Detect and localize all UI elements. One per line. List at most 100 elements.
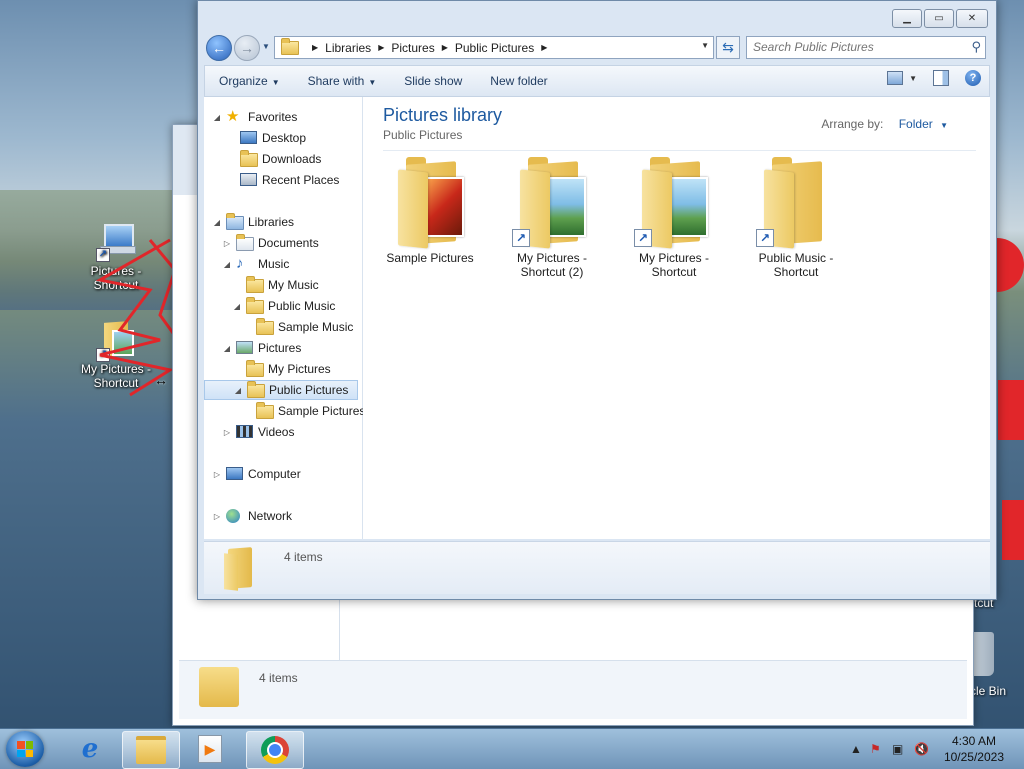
nav-item-public-pictures[interactable]: ◢ Public Pictures (204, 380, 358, 400)
forward-button[interactable]: → (234, 35, 260, 61)
nav-item-documents[interactable]: ▷ Documents (222, 233, 319, 253)
status-bar: 4 items (179, 660, 967, 719)
share-with-button[interactable]: Share with ▼ (294, 74, 391, 88)
film-icon (236, 425, 253, 439)
folder-icon (246, 276, 264, 293)
chevron-down-icon: ▼ (368, 78, 377, 87)
network-status-icon[interactable]: ▣ (892, 742, 903, 756)
pane-divider (339, 595, 340, 665)
nav-item-recent-places[interactable]: Recent Places (226, 170, 339, 190)
start-button[interactable] (6, 731, 44, 767)
maximize-button[interactable]: ▭ (924, 9, 954, 28)
taskbar-chrome[interactable] (246, 731, 304, 769)
nav-item-computer[interactable]: ▷ Computer (212, 464, 301, 484)
nav-item-public-music[interactable]: ◢ Public Music (232, 296, 335, 316)
details-pane: 4 items (204, 541, 990, 594)
nav-item-favorites[interactable]: ◢ ★ Favorites (212, 107, 297, 127)
expand-toggle-icon[interactable]: ▷ (222, 239, 232, 248)
organize-button[interactable]: Organize ▼ (205, 74, 294, 88)
expand-toggle-icon[interactable]: ▷ (212, 470, 222, 479)
taskbar-media-player[interactable]: ▶ (182, 731, 238, 767)
music-note-icon: ♪ (236, 255, 244, 272)
taskbar-internet-explorer[interactable]: e (62, 731, 118, 767)
taskbar: e ▶ ▲ ⚑ ▣ 🔇 4:30 AM 10/25/2023 (0, 728, 1024, 769)
expand-toggle-icon[interactable]: ▷ (212, 512, 222, 521)
desktop-partial-label: cle Bin (970, 684, 1007, 698)
expand-toggle-icon[interactable]: ◢ (232, 302, 242, 311)
show-hidden-icons-icon[interactable]: ▲ (850, 742, 862, 756)
libraries-icon (226, 213, 244, 230)
windows-logo-icon (17, 741, 33, 757)
preview-pane-icon[interactable] (933, 70, 949, 86)
taskbar-windows-explorer[interactable] (122, 731, 180, 769)
nav-item-sample-pictures[interactable]: Sample Pictures (242, 401, 365, 421)
desktop-icon-my-pictures-shortcut[interactable]: ↗ My Pictures - Shortcut (76, 320, 156, 390)
desktop-icon-label: Pictures - Shortcut (90, 264, 142, 292)
slide-show-button[interactable]: Slide show (390, 74, 476, 88)
explorer-window[interactable]: ▁ ▭ ✕ ← → ▼ ▶ Libraries ▶ Pictures ▶ Pub… (197, 0, 997, 600)
nav-item-music[interactable]: ◢ ♪ Music (222, 254, 289, 274)
folder-item-my-pictures-shortcut-2[interactable]: ↗ My Pictures - Shortcut (2) (502, 157, 602, 279)
folder-icon (246, 360, 264, 377)
back-button[interactable]: ← (206, 35, 232, 61)
nav-item-sample-music[interactable]: Sample Music (242, 317, 353, 337)
nav-item-videos[interactable]: ▷ Videos (222, 422, 294, 442)
folder-item-sample-pictures[interactable]: Sample Pictures (380, 157, 480, 265)
chevron-right-icon[interactable]: ▶ (442, 43, 448, 52)
folder-icon (398, 157, 464, 249)
view-icon (887, 71, 904, 85)
folder-item-public-music-shortcut[interactable]: ↗ Public Music - Shortcut (746, 157, 846, 279)
clock[interactable]: 4:30 AM 10/25/2023 (944, 733, 1004, 765)
nav-item-libraries[interactable]: ◢ Libraries (212, 212, 294, 232)
search-icon[interactable]: ⚲ (971, 39, 981, 55)
folder-item-my-pictures-shortcut[interactable]: ↗ My Pictures - Shortcut (624, 157, 724, 279)
breadcrumb-libraries[interactable]: Libraries (325, 41, 371, 55)
expand-toggle-icon[interactable]: ◢ (222, 344, 232, 353)
folder-icon (281, 38, 299, 55)
help-icon[interactable]: ? (965, 70, 981, 86)
expand-toggle-icon[interactable]: ◢ (212, 113, 222, 122)
nav-item-my-music[interactable]: My Music (232, 275, 319, 295)
folder-icon (246, 297, 264, 314)
library-folder-icon (199, 667, 239, 707)
chevron-right-icon[interactable]: ▶ (378, 43, 384, 52)
nav-item-desktop[interactable]: Desktop (226, 128, 306, 148)
expand-toggle-icon[interactable]: ◢ (233, 386, 243, 395)
arrange-by-dropdown[interactable]: Folder (899, 117, 933, 131)
expand-toggle-icon[interactable]: ◢ (222, 260, 232, 269)
expand-toggle-icon[interactable]: ◢ (212, 218, 222, 227)
address-bar[interactable]: ▶ Libraries ▶ Pictures ▶ Public Pictures… (274, 36, 714, 59)
action-center-flag-icon[interactable]: ⚑ (870, 742, 881, 756)
desktop-icon-pictures-shortcut[interactable]: ↗ Pictures - Shortcut (76, 222, 156, 292)
nav-item-downloads[interactable]: Downloads (226, 149, 321, 169)
nav-item-my-pictures[interactable]: My Pictures (232, 359, 331, 379)
chevron-right-icon[interactable]: ▶ (312, 43, 318, 52)
nav-item-pictures[interactable]: ◢ Pictures (222, 338, 301, 358)
change-view-button[interactable]: ▼ (887, 71, 917, 85)
refresh-button[interactable]: ⇆ (716, 36, 740, 59)
desktop-icon-label: My Pictures - Shortcut (80, 362, 151, 390)
recent-pages-dropdown[interactable]: ▼ (262, 42, 270, 51)
system-tray: ▲ ⚑ ▣ 🔇 4:30 AM 10/25/2023 (834, 729, 1024, 769)
breadcrumb-pictures[interactable]: Pictures (391, 41, 434, 55)
arrow-right-icon: → (240, 40, 254, 56)
media-player-icon: ▶ (198, 735, 222, 763)
minimize-button[interactable]: ▁ (892, 9, 922, 28)
arrange-by-label: Arrange by: (821, 117, 884, 131)
new-folder-button[interactable]: New folder (476, 74, 561, 88)
chevron-down-icon: ▼ (909, 73, 917, 83)
search-box[interactable]: ⚲ (746, 36, 986, 59)
search-input[interactable] (747, 37, 969, 56)
breadcrumb-public-pictures[interactable]: Public Pictures (455, 41, 534, 55)
network-globe-icon (226, 509, 242, 523)
address-dropdown-icon[interactable]: ▼ (701, 41, 709, 50)
chevron-down-icon[interactable]: ▼ (940, 121, 948, 130)
documents-icon (236, 234, 254, 251)
shortcut-arrow-icon: ↗ (512, 229, 530, 247)
chevron-right-icon[interactable]: ▶ (541, 43, 547, 52)
nav-item-network[interactable]: ▷ Network (212, 506, 292, 526)
expand-toggle-icon[interactable]: ▷ (222, 428, 232, 437)
close-button[interactable]: ✕ (956, 9, 988, 28)
title-bar[interactable]: ▁ ▭ ✕ (198, 1, 996, 31)
volume-muted-icon[interactable]: 🔇 (914, 742, 929, 756)
